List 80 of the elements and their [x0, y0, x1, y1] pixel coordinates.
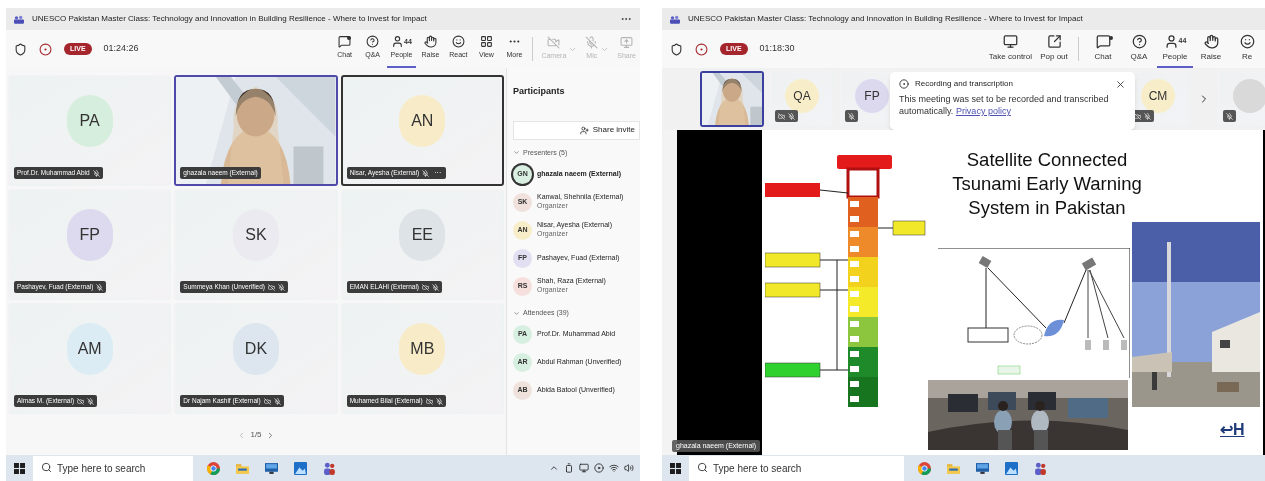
search-icon [41, 462, 52, 473]
privacy-policy-link[interactable]: Privacy policy [955, 106, 1011, 116]
slide-title: Satellite Connected Tsunami Early Warning System in Pakistan [951, 148, 1143, 220]
wifi-icon[interactable] [609, 463, 619, 473]
round-app-icon[interactable] [918, 461, 931, 475]
monitor-icon[interactable] [579, 463, 589, 473]
recording-icon [899, 79, 909, 89]
monitor-app-icon[interactable] [265, 462, 278, 474]
monitor-app-icon[interactable] [976, 462, 989, 474]
people-app-icon[interactable] [323, 461, 336, 475]
people-app-icon[interactable] [1034, 461, 1047, 475]
take-control-button[interactable]: Take control [984, 30, 1036, 68]
photos-app-icon[interactable] [1005, 461, 1018, 475]
avatar: EE [399, 208, 446, 261]
raise-button[interactable]: Raise [1193, 30, 1229, 68]
share-screen-icon [620, 36, 634, 50]
chat-button[interactable]: Chat [1085, 30, 1121, 68]
window-title: UNESCO Pakistan Master Class: Technology and Innovation in Building Resilience - Where to Invest for Impact [688, 13, 1084, 25]
recording-icon[interactable] [39, 42, 52, 56]
folder-icon[interactable] [236, 462, 249, 474]
people-app-icon [670, 14, 680, 24]
share-invite-button[interactable]: Share invite [513, 120, 640, 140]
qa-button[interactable]: Q&A [1121, 30, 1157, 68]
avatar: FP [66, 208, 113, 261]
photos-app-icon[interactable] [294, 461, 307, 475]
meeting-timer: 01:24:26 [103, 42, 139, 56]
meeting-timer: 01:18:30 [759, 42, 795, 56]
share-invite-icon [579, 125, 589, 135]
expand-icon [513, 149, 520, 157]
speaker-icon[interactable] [624, 463, 634, 473]
notice-title: Recording and transcription [915, 78, 1014, 90]
avatar: CM [1141, 79, 1175, 113]
person-icon [1163, 33, 1179, 49]
windows-icon[interactable] [14, 462, 25, 474]
person-icon [391, 35, 405, 49]
smiley-icon [451, 35, 465, 49]
search-icon [697, 462, 708, 473]
avatar: AN [399, 94, 446, 147]
panel-title: Participants [513, 85, 566, 98]
question-icon [366, 35, 380, 49]
pop-out-icon [1046, 33, 1062, 49]
chat-icon [338, 35, 352, 49]
avatar: PA [66, 94, 113, 147]
avatar: FP [855, 79, 889, 113]
window-title: UNESCO Pakistan Master Class: Technology and Innovation in Building Resilience - Where to Invest for Impact [32, 13, 428, 25]
camera-off-icon [547, 36, 561, 50]
avatar: QA [785, 79, 819, 113]
slide-link[interactable]: ↩H [1220, 418, 1245, 442]
search-field[interactable]: Type here to search [689, 455, 904, 481]
folder-icon[interactable] [947, 462, 960, 474]
question-icon [1131, 33, 1147, 49]
page-indicator: 1/5 [250, 429, 262, 441]
tray-chevron-icon[interactable] [549, 463, 559, 473]
filmstrip-tile[interactable]: QA [770, 71, 834, 127]
round-app-icon[interactable] [207, 461, 220, 475]
avatar: DK [233, 322, 279, 375]
filmstrip-tile[interactable] [1218, 71, 1265, 127]
search-field[interactable]: Type here to search [33, 455, 193, 481]
filmstrip-tile[interactable] [700, 71, 764, 127]
disc-icon[interactable] [594, 463, 604, 473]
smiley-icon [1239, 33, 1255, 49]
avatar: AM [66, 322, 113, 375]
hand-icon [1203, 33, 1219, 49]
avatar: MB [399, 322, 446, 375]
people-app-icon [14, 14, 24, 24]
recording-icon[interactable] [695, 42, 708, 56]
shield-icon[interactable] [14, 42, 27, 56]
hand-icon [423, 35, 437, 49]
close-icon[interactable] [1115, 78, 1126, 90]
battery-icon[interactable] [564, 463, 574, 473]
chat-icon [1095, 33, 1111, 49]
avatar: SK [233, 208, 279, 261]
popout-button[interactable]: Pop out [1036, 30, 1072, 68]
monitor-icon [1002, 33, 1018, 49]
shield-icon[interactable] [670, 42, 683, 56]
expand-icon [513, 309, 520, 317]
grid-icon [479, 35, 493, 49]
react-button[interactable]: Re [1229, 30, 1265, 68]
mic-off-icon [585, 36, 599, 50]
windows-icon[interactable] [670, 462, 681, 474]
